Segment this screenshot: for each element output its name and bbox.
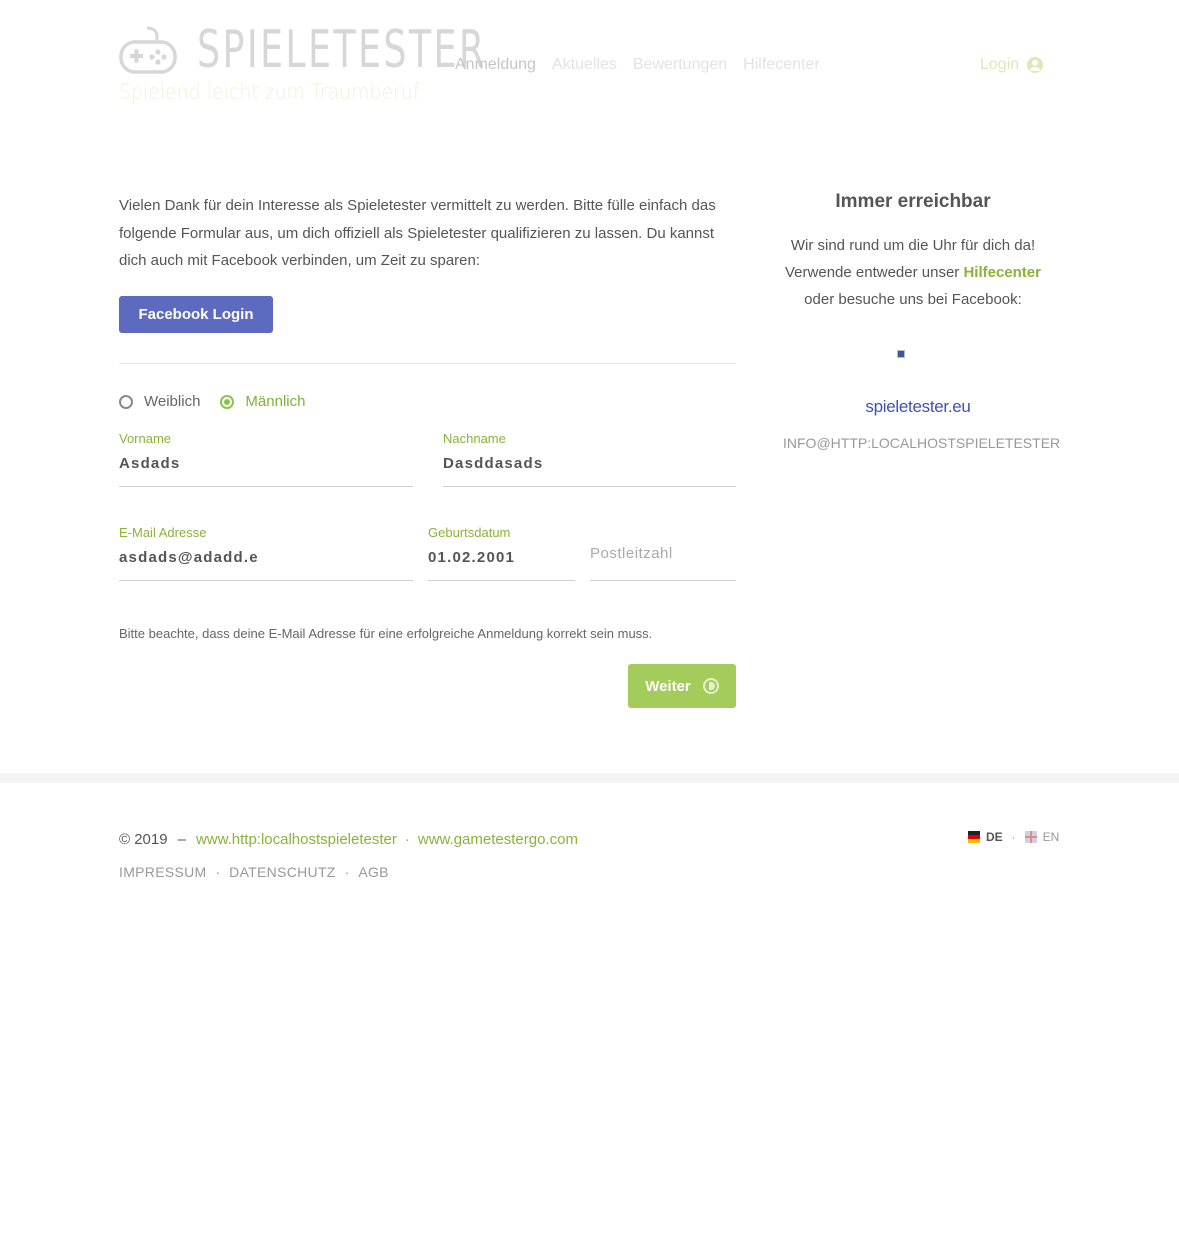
radio-checked-icon[interactable] xyxy=(220,394,235,409)
facebook-login-button[interactable]: Facebook Login xyxy=(119,296,273,333)
hilfecenter-link[interactable]: Hilfecenter xyxy=(963,264,1041,281)
nav-item-hilfecenter[interactable]: Hilfecenter xyxy=(743,56,819,74)
footer-links: © 2019 – www.http:localhostspieletester … xyxy=(119,831,578,848)
gender-label-maennlich: Männlich xyxy=(245,393,306,410)
footer-legal: IMPRESSUM · DATENSCHUTZ · AGB xyxy=(119,864,389,880)
gender-radio-group: Weiblich Männlich xyxy=(119,393,305,410)
user-icon xyxy=(1027,57,1044,73)
main-nav: Anmeldung Aktuelles Bewertungen Hilfecen… xyxy=(455,56,820,74)
facebook-icon[interactable] xyxy=(897,350,905,358)
vorname-label: Vorname xyxy=(119,431,172,446)
geburtsdatum-label: Geburtsdatum xyxy=(428,525,511,540)
sidebar-text: Wir sind rund um die Uhr für dich da! Ve… xyxy=(773,232,1053,313)
sidebar-title: Immer erreichbar xyxy=(835,191,991,212)
footer-link-gametestergo[interactable]: www.gametestergo.com xyxy=(418,831,578,848)
vorname-field: Vorname xyxy=(119,431,413,487)
flag-de-icon xyxy=(968,831,980,843)
email-note: Bitte beachte, dass deine E-Mail Adresse… xyxy=(119,626,653,641)
nav-item-bewertungen[interactable]: Bewertungen xyxy=(633,56,727,74)
contact-email[interactable]: INFO@HTTP:LOCALHOSTSPIELETESTER xyxy=(783,435,1060,451)
gender-option-maennlich[interactable]: Männlich xyxy=(220,393,305,410)
footer-link-localhost[interactable]: www.http:localhostspieletester xyxy=(196,831,397,848)
weiter-label: Weiter xyxy=(645,677,691,695)
gamepad-icon xyxy=(119,26,177,74)
site-link[interactable]: spieletester.eu xyxy=(783,397,1053,417)
gender-option-weiblich[interactable]: Weiblich xyxy=(119,393,200,410)
intro-text: Vielen Dank für dein Interesse als Spiel… xyxy=(119,197,716,269)
postleitzahl-field xyxy=(590,525,736,581)
copyright: © 2019 xyxy=(119,831,168,848)
login-link[interactable]: Login xyxy=(980,56,1044,74)
footer-agb[interactable]: AGB xyxy=(358,864,388,880)
arrow-right-circle-icon xyxy=(702,678,719,694)
divider xyxy=(119,363,736,364)
sidebar-text-line2: Verwende entweder unser Hilfecenter xyxy=(773,259,1053,286)
weiter-button[interactable]: Weiter xyxy=(628,664,736,708)
postleitzahl-input[interactable] xyxy=(590,541,736,581)
language-switcher: DE · EN xyxy=(968,830,1059,844)
vorname-input[interactable] xyxy=(119,447,413,487)
sidebar-text-line1: Wir sind rund um die Uhr für dich da! xyxy=(790,237,1036,254)
gender-label-weiblich: Weiblich xyxy=(144,393,201,410)
nachname-input[interactable] xyxy=(443,447,736,487)
geburtsdatum-input[interactable] xyxy=(428,541,575,581)
email-field: E-Mail Adresse xyxy=(119,525,413,581)
footer-dash: – xyxy=(177,831,186,848)
footer-datenschutz[interactable]: DATENSCHUTZ xyxy=(229,864,335,880)
flag-en-icon xyxy=(1024,831,1037,843)
sidebar-text-line2-prefix: Verwende entweder unser xyxy=(785,264,960,281)
login-label: Login xyxy=(980,56,1020,73)
lang-en[interactable]: EN xyxy=(1043,830,1060,844)
sidebar-text-line3: oder besuche uns bei Facebook: xyxy=(804,291,1022,308)
nachname-field: Nachname xyxy=(443,431,736,487)
radio-icon[interactable] xyxy=(119,394,133,409)
nachname-label: Nachname xyxy=(443,431,506,446)
lang-de[interactable]: DE xyxy=(986,830,1003,844)
footer-impressum[interactable]: IMPRESSUM xyxy=(119,864,207,880)
email-input[interactable] xyxy=(119,541,413,581)
footer-divider xyxy=(0,773,1179,783)
logo-tagline: Spielend leicht zum Traumberuf xyxy=(119,80,420,104)
logo[interactable]: SPIELETESTER Spielend leicht zum Traumbe… xyxy=(119,22,484,110)
logo-wordmark: SPIELETESTER xyxy=(197,20,487,80)
nav-item-anmeldung[interactable]: Anmeldung xyxy=(455,56,536,74)
nav-item-aktuelles[interactable]: Aktuelles xyxy=(552,56,617,74)
geburtsdatum-field: Geburtsdatum xyxy=(428,525,575,581)
email-label: E-Mail Adresse xyxy=(119,525,207,540)
